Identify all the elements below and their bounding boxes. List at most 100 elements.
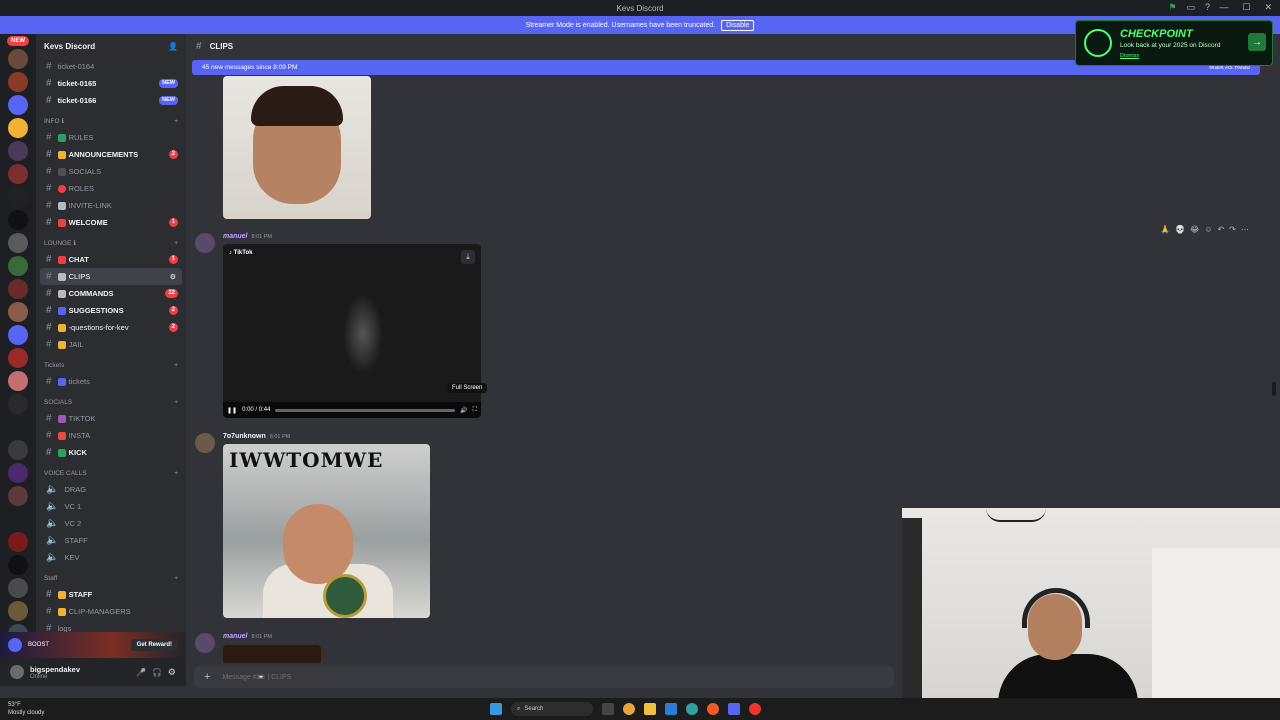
channel-tickets[interactable]: # tickets <box>36 373 186 390</box>
server-icon[interactable] <box>8 555 28 575</box>
download-icon[interactable]: ⤓ <box>461 250 475 264</box>
server-icon[interactable] <box>8 72 28 92</box>
store-icon[interactable] <box>665 703 677 715</box>
channel-invite-link[interactable]: # INVITE-LINK <box>36 197 186 214</box>
image-attachment[interactable] <box>223 645 321 663</box>
server-icon[interactable] <box>8 141 28 161</box>
server-icon[interactable] <box>8 440 28 460</box>
user-row[interactable]: bigspendakev Online 🎤 🎧 ⚙ <box>0 658 186 686</box>
channel-socials[interactable]: # SOCIALS <box>36 163 186 180</box>
server-icon[interactable] <box>8 509 28 529</box>
discord-icon[interactable] <box>728 703 740 715</box>
server-icon[interactable] <box>8 348 28 368</box>
file-explorer-icon[interactable] <box>644 703 656 715</box>
server-icon[interactable] <box>8 486 28 506</box>
channel-commands[interactable]: # COMMANDS 22 <box>36 285 186 302</box>
channel-announcements[interactable]: # ANNOUNCEMENTS 2 <box>36 146 186 163</box>
brave-icon[interactable] <box>707 703 719 715</box>
chrome-icon[interactable] <box>623 703 635 715</box>
reaction-icon[interactable]: 🙏 <box>1160 225 1170 234</box>
more-icon[interactable]: ⋯ <box>1241 225 1249 234</box>
image-attachment[interactable]: IWWTOMWE <box>223 444 430 618</box>
avatar[interactable] <box>10 665 24 679</box>
server-icon[interactable] <box>8 532 28 552</box>
server-icon[interactable] <box>8 256 28 276</box>
server-icon[interactable] <box>8 95 28 115</box>
channel-welcome[interactable]: # WELCOME 1 <box>36 214 186 231</box>
channel-ticket-0166[interactable]: # ticket-0166 NEW <box>36 92 186 109</box>
channel-clip-managers[interactable]: # CLIP-MANAGERS <box>36 603 186 620</box>
add-channel-icon[interactable]: + <box>174 399 178 406</box>
channel-staff[interactable]: # STAFF <box>36 586 186 603</box>
server-icon[interactable] <box>8 187 28 207</box>
forward-icon[interactable]: ↷ <box>1229 225 1236 234</box>
channel-questions-for-kev[interactable]: # -questions-for-kev 2 <box>36 319 186 336</box>
taskbar-search[interactable]: ⌕ Search <box>511 702 593 716</box>
channel-kick[interactable]: # KICK <box>36 444 186 461</box>
voice-channel-vc1[interactable]: 🔈 VC 1 <box>36 498 186 515</box>
disable-streamer-mode-button[interactable]: Disable <box>721 19 755 31</box>
voice-channel-staff[interactable]: 🔈 STAFF <box>36 532 186 549</box>
voice-channel-kev[interactable]: 🔈 KEV <box>36 549 186 566</box>
minimize-icon[interactable]: — <box>1219 2 1228 13</box>
obs-icon[interactable] <box>749 703 761 715</box>
scrollbar-thumb[interactable] <box>1272 382 1276 396</box>
channel-ticket-0165[interactable]: # ticket-0165 NEW <box>36 75 186 92</box>
edge-icon[interactable] <box>686 703 698 715</box>
avatar[interactable] <box>195 233 215 253</box>
channel-clips[interactable]: # CLIPS ⚙ <box>40 268 182 285</box>
author-name[interactable]: manuel <box>223 633 248 640</box>
channel-rules[interactable]: # RULES <box>36 129 186 146</box>
author-name[interactable]: 7o7unknown <box>223 433 266 440</box>
help-icon[interactable]: ? <box>1205 2 1210 13</box>
voice-channel-drag[interactable]: 🔈 DRAG <box>36 481 186 498</box>
get-reward-button[interactable]: Get Reward! <box>130 639 178 651</box>
category-info[interactable]: INFO ℹ + <box>36 113 186 129</box>
avatar[interactable] <box>195 433 215 453</box>
volume-icon[interactable]: 🔊 <box>460 407 467 414</box>
add-member-icon[interactable]: 👤 <box>168 42 178 51</box>
server-icon[interactable] <box>8 463 28 483</box>
server-icon[interactable] <box>8 210 28 230</box>
server-icon[interactable] <box>8 49 28 69</box>
add-attachment-icon[interactable]: + <box>204 671 210 683</box>
channel-roles[interactable]: # ROLES <box>36 180 186 197</box>
category-tickets[interactable]: Tickets + <box>36 357 186 373</box>
inbox-icon[interactable]: ▭ <box>1186 2 1195 13</box>
settings-icon[interactable]: ⚙ <box>170 273 176 281</box>
author-name[interactable]: manuel <box>223 233 248 240</box>
add-reaction-icon[interactable]: ☺ <box>1204 225 1212 234</box>
channel-insta[interactable]: # INSTA <box>36 427 186 444</box>
reaction-icon[interactable]: 😂 <box>1190 225 1199 234</box>
server-icon[interactable] <box>8 118 28 138</box>
voice-channel-vc2[interactable]: 🔈 VC 2 <box>36 515 186 532</box>
category-voice-calls[interactable]: VOICE CALLS + <box>36 465 186 481</box>
message-author[interactable]: manuel 8:01 PM <box>223 233 272 240</box>
server-icon[interactable] <box>8 279 28 299</box>
reply-icon[interactable]: ↶ <box>1217 225 1224 234</box>
microphone-icon[interactable]: 🎤 <box>136 668 146 677</box>
message-author[interactable]: manuel 8:01 PM <box>223 633 272 640</box>
message-input[interactable]: Message #📼 | CLIPS <box>222 673 291 681</box>
message-author[interactable]: 7o7unknown 8:01 PM <box>223 433 290 440</box>
add-channel-icon[interactable]: + <box>174 240 178 247</box>
fullscreen-icon[interactable]: ⛶ <box>473 407 477 414</box>
server-icon[interactable] <box>8 578 28 598</box>
reaction-icon[interactable]: 💀 <box>1175 225 1185 234</box>
task-view-icon[interactable] <box>602 703 614 715</box>
server-icon[interactable] <box>8 302 28 322</box>
server-icon[interactable] <box>8 394 28 414</box>
add-channel-icon[interactable]: + <box>174 575 178 582</box>
server-header[interactable]: Kevs Discord 👤 <box>36 34 186 58</box>
avatar[interactable] <box>195 633 215 653</box>
windows-start-icon[interactable] <box>490 703 502 715</box>
headphones-icon[interactable]: 🎧 <box>152 668 162 677</box>
category-lounge[interactable]: LOUNGE ℹ + <box>36 235 186 251</box>
category-staff[interactable]: Staff + <box>36 570 186 586</box>
server-icon[interactable] <box>8 417 28 437</box>
arrow-right-icon[interactable]: → <box>1248 33 1266 51</box>
maximize-icon[interactable]: ☐ <box>1242 2 1250 13</box>
server-icon[interactable] <box>8 325 28 345</box>
channel-ticket-0164[interactable]: # ticket-0164 <box>36 58 186 75</box>
video-progress[interactable] <box>275 408 456 412</box>
